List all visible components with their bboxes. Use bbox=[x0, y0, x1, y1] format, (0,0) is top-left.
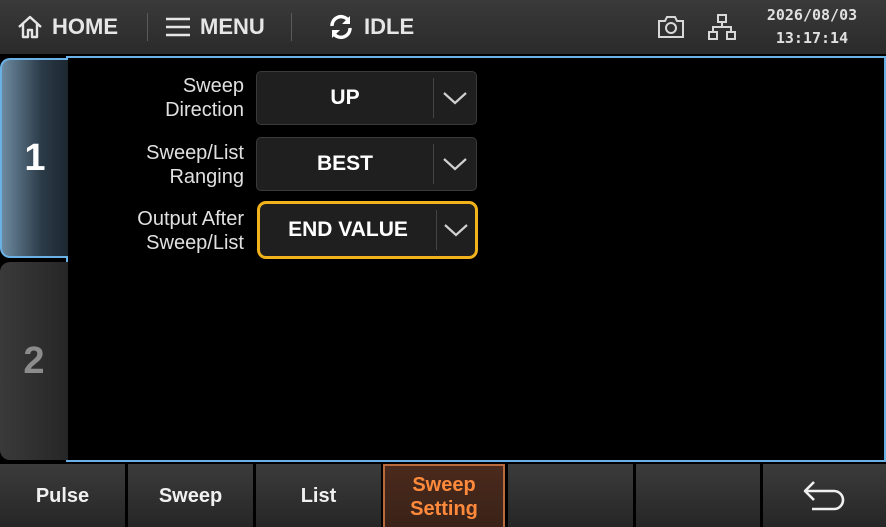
softkey-sweep[interactable]: Sweep bbox=[128, 464, 253, 527]
datetime: 2026/08/03 13:17:14 bbox=[752, 4, 872, 50]
date-text: 2026/08/03 bbox=[766, 6, 858, 24]
softkey-sweep-setting-label-line2: Setting bbox=[410, 497, 478, 520]
output-after-dropdown[interactable]: END VALUE bbox=[257, 201, 478, 259]
tab-channel-2[interactable]: 2 bbox=[0, 262, 68, 460]
softkey-sweep-setting[interactable]: Sweep Setting bbox=[383, 464, 505, 527]
time-text: 13:17:14 bbox=[775, 29, 849, 47]
chevron-down-icon bbox=[443, 92, 467, 105]
refresh-icon bbox=[330, 15, 352, 39]
softkey-bar: Pulse Sweep List Sweep Setting bbox=[0, 464, 886, 527]
output-after-value: END VALUE bbox=[288, 218, 408, 241]
sweep-direction-label-line2: Direction bbox=[165, 99, 244, 121]
back-button[interactable] bbox=[763, 464, 886, 527]
softkey-sweep-setting-label-line1: Sweep bbox=[412, 473, 476, 496]
softkey-empty-5[interactable] bbox=[508, 464, 633, 527]
camera-icon bbox=[658, 16, 684, 38]
tab-channel-1-label: 1 bbox=[24, 136, 46, 179]
dropdown-arrow[interactable] bbox=[434, 156, 476, 172]
sweep-direction-value: UP bbox=[330, 86, 360, 109]
output-after-label-line1: Output After bbox=[137, 208, 244, 230]
status-label: IDLE bbox=[364, 14, 415, 39]
back-arrow-icon bbox=[803, 480, 844, 510]
softkey-pulse-label: Pulse bbox=[35, 484, 90, 507]
softkey-list[interactable]: List bbox=[256, 464, 381, 527]
home-label: HOME bbox=[52, 14, 118, 39]
menu-icon bbox=[166, 17, 190, 37]
sweep-direction-dropdown[interactable]: UP bbox=[256, 71, 477, 125]
dropdown-arrow[interactable] bbox=[437, 222, 475, 238]
separator bbox=[147, 13, 148, 41]
screenshot-button[interactable] bbox=[656, 13, 686, 46]
sweep-direction-label: Sweep Direction bbox=[44, 74, 244, 122]
output-after-label: Output After Sweep/List bbox=[44, 207, 244, 255]
network-icon bbox=[708, 14, 736, 40]
tab-channel-2-label: 2 bbox=[23, 339, 45, 382]
status-indicator: IDLE bbox=[326, 0, 414, 54]
chevron-down-icon bbox=[443, 158, 467, 171]
ranging-label-line1: Sweep/List bbox=[146, 142, 244, 164]
ranging-label: Sweep/List Ranging bbox=[44, 141, 244, 189]
home-button[interactable]: HOME bbox=[16, 0, 118, 54]
top-bar: HOME MENU IDLE 2026/08/03 13:17:14 bbox=[0, 0, 886, 54]
menu-label: MENU bbox=[200, 14, 265, 39]
softkey-list-label: List bbox=[300, 484, 337, 507]
softkey-pulse[interactable]: Pulse bbox=[0, 464, 125, 527]
network-status[interactable] bbox=[708, 13, 736, 46]
ranging-value: BEST bbox=[316, 152, 373, 175]
softkey-sweep-label: Sweep bbox=[158, 484, 223, 507]
ranging-dropdown[interactable]: BEST bbox=[256, 137, 477, 191]
menu-button[interactable]: MENU bbox=[164, 0, 265, 54]
ranging-label-line2: Ranging bbox=[169, 166, 244, 188]
output-after-label-line2: Sweep/List bbox=[146, 232, 244, 254]
home-icon bbox=[18, 15, 42, 39]
chevron-down-icon bbox=[444, 224, 468, 237]
softkey-empty-6[interactable] bbox=[636, 464, 760, 527]
separator bbox=[291, 13, 292, 41]
sweep-direction-label-line1: Sweep bbox=[182, 75, 244, 97]
dropdown-arrow[interactable] bbox=[434, 90, 476, 106]
